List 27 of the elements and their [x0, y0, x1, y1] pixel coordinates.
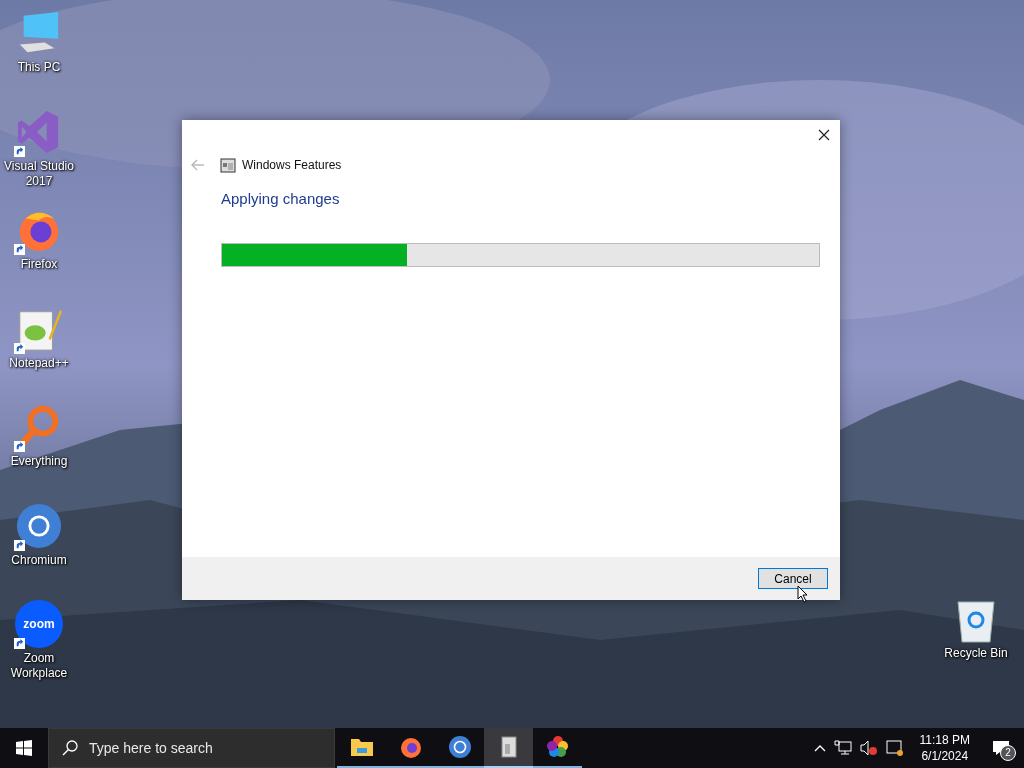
network-icon[interactable] [833, 740, 852, 756]
windows-logo-icon [16, 740, 32, 756]
window-title: Windows Features [242, 158, 342, 172]
notification-badge: 2 [1000, 745, 1016, 761]
ring-logo-icon [447, 735, 472, 759]
display-icon[interactable] [885, 740, 904, 756]
dialog-heading: Applying changes [221, 190, 341, 207]
desktop-icon-label[interactable]: Recycle Bin [944, 646, 1008, 661]
fox-globe-icon [398, 735, 423, 759]
mouse-pointer-icon [797, 585, 809, 603]
close-icon[interactable] [818, 129, 830, 141]
desktop-icon-label[interactable]: Zoom Workplace [1, 651, 77, 681]
ring-logo-icon[interactable] [16, 502, 62, 549]
clock-date[interactable]: 6/1/2024 [921, 748, 969, 764]
taskbar-app-button[interactable] [484, 728, 533, 768]
color-wheel-icon [545, 735, 570, 759]
search-icon [62, 740, 78, 756]
cancel-button[interactable]: Cancel [758, 568, 828, 589]
desktop-icon-label[interactable]: Chromium [11, 552, 67, 568]
chevron-up-icon[interactable] [813, 744, 826, 752]
search-field[interactable]: Type here to search [48, 728, 335, 768]
desktop-icon-label[interactable]: Everything [10, 454, 68, 469]
window-features-icon [220, 157, 236, 173]
speaker-muted-icon[interactable] [859, 740, 878, 756]
clock-time[interactable]: 11:18 PM [919, 732, 970, 748]
recycle-bin-icon[interactable] [956, 600, 996, 644]
desktop-icon-label[interactable]: Visual Studio 2017 [1, 158, 77, 189]
